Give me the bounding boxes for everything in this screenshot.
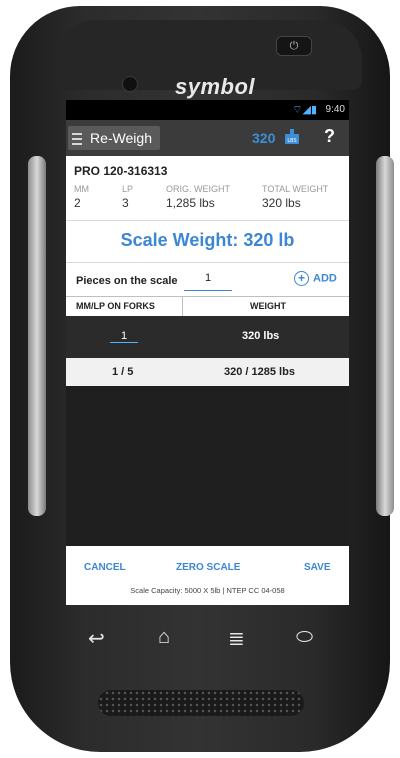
speaker-grille: [98, 690, 304, 716]
totals-row: 1 / 5 320 / 1285 lbs: [66, 358, 349, 386]
action-bar: CANCEL ZERO SCALE SAVE Scale Capacity: 5…: [66, 546, 349, 605]
total-weight-label: TOTAL WEIGHT: [262, 184, 329, 194]
table-header: MM/LP ON FORKS WEIGHT: [66, 296, 349, 318]
lp-label: LP: [122, 184, 134, 194]
totals-weight: 320 / 1285 lbs: [224, 366, 295, 378]
zero-scale-button[interactable]: ZERO SCALE: [176, 562, 240, 573]
status-icons: ⌔◢▮: [292, 104, 317, 116]
status-bar: ⌔◢▮ 9:40: [66, 100, 349, 120]
pro-number: PRO 120-316313: [74, 164, 168, 178]
table-row[interactable]: 1 320 lbs: [66, 316, 349, 358]
current-weight: 320: [252, 130, 276, 146]
pieces-label: Pieces on the scale: [76, 275, 178, 287]
reweigh-card: PRO 120-316313 MM 2 LP 3 ORIG. WEIGHT 1,…: [66, 156, 349, 342]
svg-text:LBS: LBS: [287, 138, 296, 144]
save-button[interactable]: SAVE: [304, 562, 331, 573]
cancel-button[interactable]: CANCEL: [84, 562, 126, 573]
power-icon[interactable]: ⏻: [276, 36, 312, 56]
side-rail-right: [376, 156, 394, 516]
mm-value: 2: [74, 196, 81, 210]
row-weight: 320 lbs: [242, 330, 280, 342]
search-icon[interactable]: ⬭: [296, 626, 313, 649]
column-divider: [182, 297, 183, 317]
status-clock: 9:40: [325, 104, 345, 115]
scale-capacity-footer: Scale Capacity: 5000 X 5lb | NTEP CC 04-…: [130, 586, 285, 595]
back-icon[interactable]: ↩: [88, 626, 105, 651]
hamburger-icon: [72, 130, 82, 148]
scale-icon[interactable]: LBS: [282, 126, 302, 146]
orig-weight-value: 1,285 lbs: [166, 196, 215, 210]
side-rail-left: [28, 156, 46, 516]
menu-icon[interactable]: ≣: [228, 626, 245, 651]
nav-menu-button[interactable]: Re-Weigh: [68, 126, 160, 150]
pieces-input[interactable]: 1: [184, 272, 232, 291]
app-title: Re-Weigh: [90, 130, 152, 146]
total-weight-value: 320 lbs: [262, 196, 301, 210]
device-brand: symbol: [174, 74, 256, 99]
col-header-forks: MM/LP ON FORKS: [76, 301, 155, 311]
mm-label: MM: [74, 184, 89, 194]
divider: [66, 220, 349, 221]
add-button-label: ADD: [313, 272, 337, 285]
lp-value: 3: [122, 196, 129, 210]
add-button[interactable]: + ADD: [294, 271, 337, 286]
camera-lens: [122, 76, 138, 92]
device-screen: ⌔◢▮ 9:40 Re-Weigh 320 LBS ? PRO 120-3163…: [66, 100, 349, 605]
orig-weight-label: ORIG. WEIGHT: [166, 184, 230, 194]
totals-count: 1 / 5: [112, 366, 134, 378]
home-icon[interactable]: ⌂: [158, 626, 170, 649]
forks-input[interactable]: 1: [110, 330, 138, 343]
plus-circle-icon: +: [294, 271, 309, 286]
scale-weight-display: Scale Weight: 320 lb: [120, 230, 295, 250]
divider: [66, 262, 349, 263]
app-bar: Re-Weigh 320 LBS ?: [66, 120, 349, 156]
col-header-weight: WEIGHT: [250, 301, 286, 311]
help-button[interactable]: ?: [324, 126, 335, 147]
